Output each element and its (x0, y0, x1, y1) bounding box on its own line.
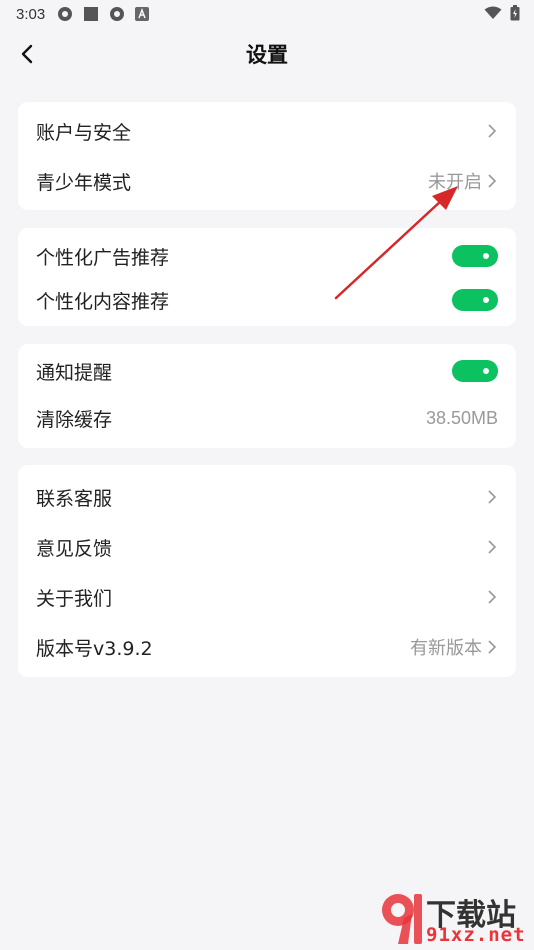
watermark-url: 91xz.net (426, 924, 526, 946)
settings-group-notifications: 通知提醒 清除缓存 38.50MB (18, 344, 516, 448)
settings-row-teen-mode[interactable]: 青少年模式 未开启 (18, 156, 516, 206)
row-label: 联系客服 (36, 487, 113, 510)
settings-row-personalized-ads: 个性化广告推荐 (18, 234, 516, 278)
app-notification-icon (58, 7, 73, 21)
chevron-right-icon (488, 640, 497, 654)
row-label: 个性化广告推荐 (36, 246, 170, 269)
settings-row-notifications: 通知提醒 (18, 348, 516, 394)
settings-row-clear-cache[interactable]: 清除缓存 38.50MB (18, 394, 516, 442)
cache-size: 38.50MB (425, 407, 498, 428)
row-label: 关于我们 (36, 587, 113, 610)
settings-row-about-us[interactable]: 关于我们 (18, 572, 516, 622)
new-version-status: 有新版本 (410, 638, 482, 658)
row-label: 意见反馈 (36, 537, 113, 560)
chevron-right-icon (488, 590, 497, 604)
square-notification-icon (84, 7, 99, 21)
font-notification-icon (135, 7, 150, 21)
back-arrow-icon[interactable] (16, 42, 40, 66)
settings-group-about: 联系客服 意见反馈 关于我们 版本号v3.9.2 有新版本 (18, 465, 516, 677)
top-app-bar: 设置 (0, 30, 534, 78)
battery-icon (510, 5, 520, 21)
app-notification-icon-2 (110, 7, 125, 21)
teen-mode-status: 未开启 (428, 172, 482, 192)
settings-row-contact-support[interactable]: 联系客服 (18, 472, 516, 522)
status-bar: 3:03 (0, 0, 534, 28)
row-label: 通知提醒 (36, 361, 113, 384)
chevron-right-icon (488, 174, 497, 188)
row-label: 版本号v3.9.2 (36, 637, 153, 660)
personalized-content-toggle[interactable] (452, 289, 498, 311)
row-label: 账户与安全 (36, 121, 132, 144)
personalized-ads-toggle[interactable] (452, 245, 498, 267)
settings-row-personalized-content: 个性化内容推荐 (18, 278, 516, 322)
settings-row-version[interactable]: 版本号v3.9.2 有新版本 (18, 622, 516, 672)
settings-group-recommendations: 个性化广告推荐 个性化内容推荐 (18, 228, 516, 326)
chevron-right-icon (488, 540, 497, 554)
status-time: 3:03 (16, 5, 46, 23)
row-label: 清除缓存 (36, 408, 113, 431)
wifi-icon (484, 6, 502, 19)
settings-group-account: 账户与安全 青少年模式 未开启 (18, 102, 516, 210)
chevron-right-icon (488, 490, 497, 504)
page-title: 设置 (246, 43, 288, 67)
watermark-9-logo-icon (382, 894, 422, 944)
watermark-logo: 下载站 91xz.net (378, 888, 528, 948)
settings-row-feedback[interactable]: 意见反馈 (18, 522, 516, 572)
row-label: 青少年模式 (36, 171, 132, 194)
chevron-right-icon (488, 124, 497, 138)
row-label: 个性化内容推荐 (36, 290, 170, 313)
settings-row-account-security[interactable]: 账户与安全 (18, 106, 516, 156)
notifications-toggle[interactable] (452, 360, 498, 382)
